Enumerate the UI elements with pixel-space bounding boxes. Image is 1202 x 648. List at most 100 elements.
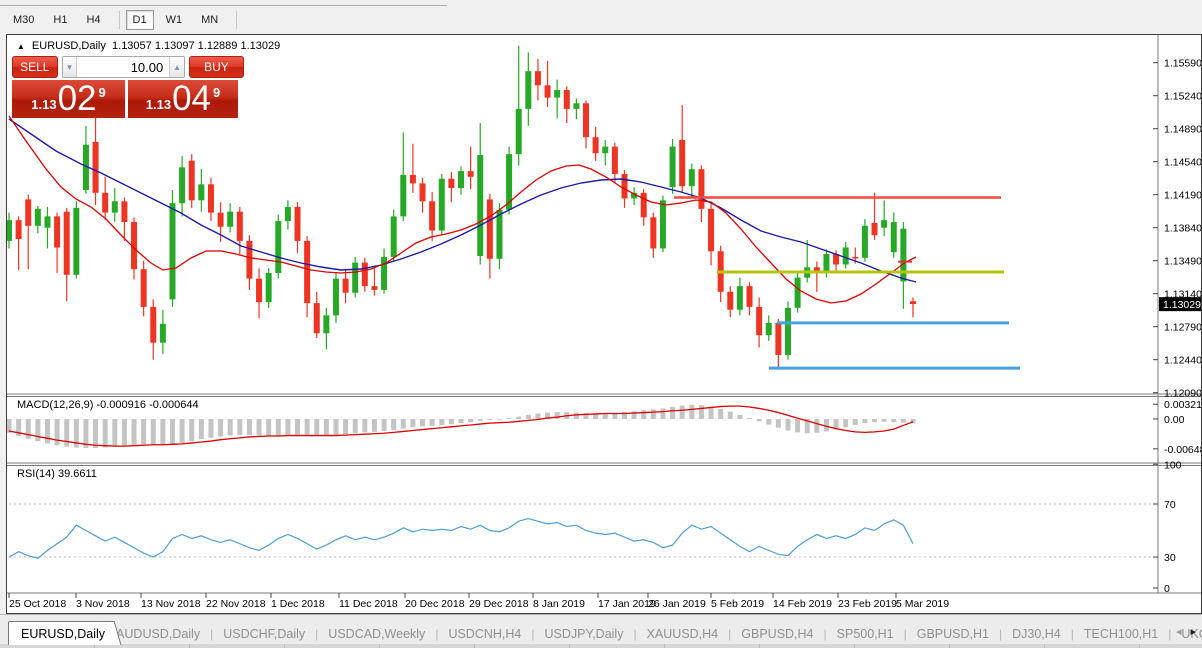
candle-body	[602, 146, 609, 154]
macd-histogram-bar	[381, 419, 387, 431]
macd-histogram-bar	[44, 419, 50, 444]
rsi-indicator-label: RSI(14) 39.6611	[17, 468, 97, 480]
volume-decrease-button[interactable]: ▼	[62, 57, 78, 77]
candle-body	[150, 306, 157, 343]
candle-body	[217, 212, 224, 227]
macd-histogram-bar	[227, 419, 233, 436]
rsi-line	[8, 517, 914, 559]
symbol-tab-audusd-daily[interactable]: AUDUSD,Daily	[112, 622, 204, 645]
chevron-down-icon: ▼	[65, 62, 74, 72]
buy-price-pip: 9	[213, 84, 221, 100]
macd-histogram-bar	[670, 407, 676, 419]
candle-body	[583, 103, 590, 138]
symbol-tab-sp500-h1[interactable]: SP500,H1	[833, 622, 898, 645]
symbol-tab-usdcad-weekly[interactable]: USDCAD,Weekly	[324, 622, 429, 645]
candle-body	[688, 169, 695, 187]
macd-histogram-bar	[295, 419, 301, 436]
macd-histogram-bar	[121, 419, 127, 446]
candle-body	[140, 269, 147, 307]
macd-histogram-bar	[150, 419, 156, 445]
candle-body	[438, 178, 445, 231]
macd-histogram-bar	[785, 419, 791, 431]
timeframe-button-mn[interactable]: MN	[194, 10, 225, 30]
symbol-tab-dj30-h4[interactable]: DJ30,H4	[1008, 622, 1065, 645]
chevron-up-icon: ▲	[173, 62, 182, 72]
candle-body	[198, 184, 205, 201]
macd-indicator-label: MACD(12,26,9) -0.000916 -0.000644	[17, 399, 199, 411]
x-axis-label: 20 Dec 2018	[405, 598, 465, 610]
macd-histogram-bar	[35, 419, 41, 442]
macd-histogram-bar	[237, 419, 243, 436]
symbol-tab-gbpusd-h1[interactable]: GBPUSD,H1	[913, 622, 993, 645]
macd-histogram-bar	[573, 412, 579, 419]
macd-histogram-bar	[650, 409, 656, 419]
macd-histogram-bar	[775, 419, 781, 428]
candle-body	[304, 240, 311, 304]
symbol-tab-usdcnh-h4[interactable]: USDCNH,H4	[444, 622, 525, 645]
macd-histogram-bar	[275, 419, 281, 437]
buy-price-prefix: 1.13	[145, 96, 172, 112]
y-axis-label: 1.13840	[1164, 223, 1201, 235]
buy-price-button[interactable]: 1.13 04 9	[128, 80, 238, 118]
toolbar-separator	[118, 11, 120, 29]
macd-histogram-bar	[93, 419, 99, 448]
macd-histogram-bar	[795, 419, 801, 433]
macd-histogram-bar	[304, 419, 310, 436]
candle-body	[515, 108, 522, 155]
symbol-tab-gbpusd-h4[interactable]: GBPUSD,H4	[737, 622, 817, 645]
macd-histogram-bar	[189, 419, 195, 442]
timeframe-button-h1[interactable]: H1	[46, 10, 74, 30]
timeframe-button-m30[interactable]: M30	[6, 10, 41, 30]
symbol-tab-usdjpy-daily[interactable]: USDJPY,Daily	[541, 622, 628, 645]
y-axis-label: 1.12090	[1164, 388, 1201, 400]
symbol-tab-eurusd-daily[interactable]: EURUSD,Daily	[8, 621, 113, 645]
macd-histogram-bar	[737, 414, 743, 419]
chart-window[interactable]: 1.15590 1.15240 1.14890 1.14540 1.14190 1.138…	[6, 34, 1202, 614]
candle-body	[544, 85, 551, 98]
candle-body	[621, 173, 628, 199]
chart-canvas[interactable]: 1.155901.152401.148901.145401.141901.138…	[7, 35, 1201, 613]
timeframe-button-h4[interactable]: H4	[79, 10, 107, 30]
candle-body	[313, 303, 320, 334]
tab-scroll-right-icon[interactable]: ▸	[1190, 625, 1196, 638]
x-axis-label: 11 Dec 2018	[339, 598, 398, 610]
y-axis-label: 1.13490	[1164, 256, 1201, 268]
bottom-scrollbar[interactable]	[0, 644, 1202, 648]
candle-body	[352, 262, 359, 293]
macd-histogram-bar	[689, 404, 695, 419]
symbol-tab-xauusd-h4[interactable]: XAUUSD,H4	[643, 622, 723, 645]
sell-price-button[interactable]: 1.13 02 9	[12, 80, 125, 118]
candle-body	[448, 178, 455, 189]
sell-price-prefix: 1.13	[31, 96, 57, 112]
candle-body	[900, 228, 907, 282]
volume-input[interactable]	[77, 57, 170, 77]
current-price-value: 1.13029	[1163, 299, 1201, 311]
candle-body	[736, 286, 743, 310]
symbol-tab-bar: EURUSD,Daily AUDUSD,Daily | USDCHF,Daily | US…	[0, 614, 1202, 645]
symbol-tab-usdchf-daily[interactable]: USDCHF,Daily	[219, 622, 309, 645]
macd-histogram-bar	[420, 419, 426, 427]
candle-body	[890, 222, 897, 253]
macd-histogram-bar	[391, 419, 397, 431]
candle-body	[73, 207, 80, 275]
symbol-tab-tech100-h1[interactable]: TECH100,H1	[1080, 622, 1162, 645]
candle-body	[477, 155, 484, 256]
sell-button[interactable]: SELL	[12, 56, 58, 78]
candle-body	[342, 278, 349, 293]
macd-histogram-bar	[102, 419, 108, 448]
candle-body	[669, 146, 676, 188]
candle-body	[784, 307, 791, 355]
macd-histogram-bar	[352, 419, 358, 434]
tab-scroll-left-icon[interactable]: ◂	[1176, 625, 1182, 638]
macd-histogram-bar	[246, 419, 252, 436]
candle-body	[25, 199, 32, 226]
sell-price-main: 02	[57, 79, 97, 118]
timeframe-button-w1[interactable]: W1	[159, 10, 190, 30]
volume-increase-button[interactable]: ▲	[169, 57, 184, 77]
volume-spinner: ▼ ▲	[61, 56, 185, 78]
collapse-icon[interactable]: ▲	[17, 42, 25, 51]
macd-histogram-bar	[285, 419, 291, 436]
macd-histogram-bar	[54, 419, 60, 446]
buy-button[interactable]: BUY	[188, 56, 244, 78]
timeframe-button-d1[interactable]: D1	[125, 10, 154, 30]
